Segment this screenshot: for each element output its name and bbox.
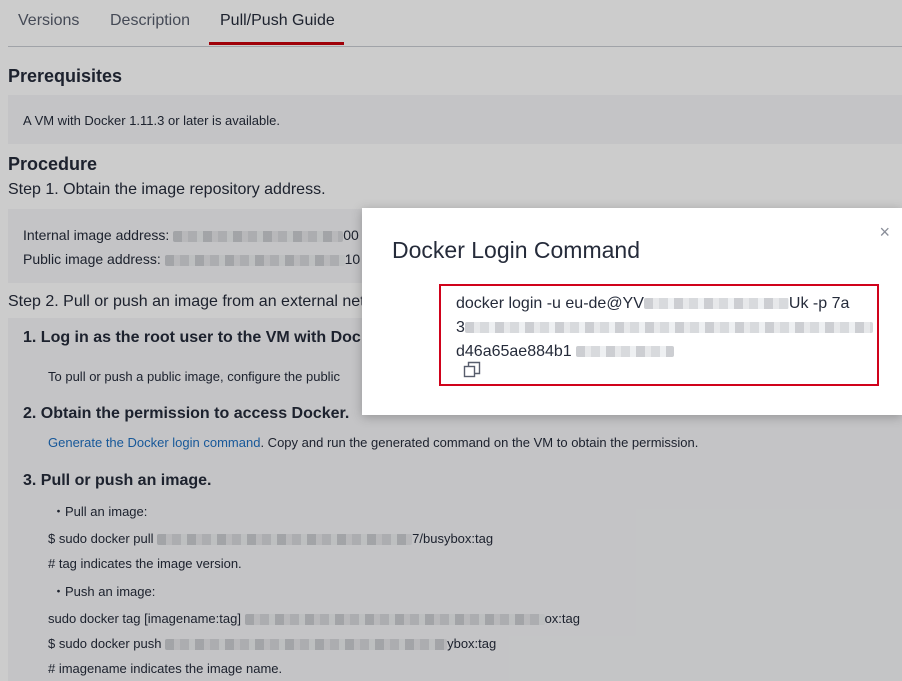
redacted-registry: [576, 346, 675, 358]
login-command-box[interactable]: docker login -u eu-de@YV Uk -p 7a 3 d46a6…: [439, 284, 879, 386]
image-detail-page: Versions Description Pull/Push Guide Pre…: [0, 0, 902, 681]
dialog-title: Docker Login Command: [392, 237, 641, 263]
redacted-password: [464, 322, 873, 334]
command-line-1-suffix: Uk -p 7a: [788, 295, 850, 312]
command-line-3-prefix: d46a65ae884b1: [456, 343, 572, 360]
redacted-username: [643, 298, 789, 310]
command-line-2: 3: [456, 316, 877, 340]
command-line-2-prefix: 3: [456, 319, 465, 336]
command-line-1-prefix: docker login -u eu-de@YV: [456, 295, 644, 312]
copy-icon[interactable]: [463, 361, 481, 379]
command-line-3: d46a65ae884b1: [456, 340, 877, 364]
close-icon[interactable]: ×: [879, 222, 890, 243]
command-line-1: docker login -u eu-de@YV Uk -p 7a: [456, 292, 877, 316]
docker-login-dialog: Docker Login Command × docker login -u e…: [362, 208, 902, 415]
